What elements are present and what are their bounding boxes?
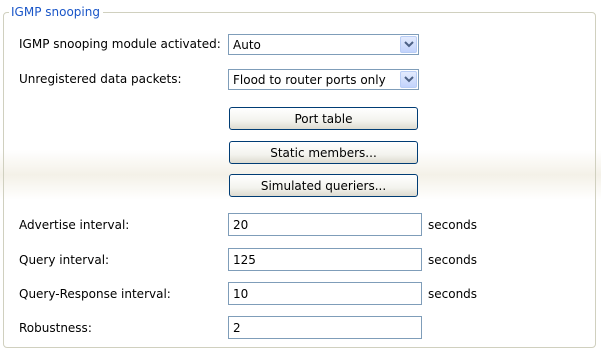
group-title: IGMP snooping xyxy=(9,5,103,19)
module-activated-label: IGMP snooping module activated: xyxy=(19,37,221,51)
advertise-interval-label: Advertise interval: xyxy=(19,218,130,232)
query-interval-label: Query interval: xyxy=(19,253,110,267)
igmp-settings-page: IGMP snooping IGMP snooping module activ… xyxy=(0,0,601,353)
chevron-down-icon[interactable] xyxy=(400,71,417,88)
query-interval-unit: seconds xyxy=(428,253,478,267)
port-table-button[interactable]: Port table xyxy=(229,107,418,130)
query-response-interval-input[interactable]: 10 xyxy=(228,282,422,305)
robustness-label: Robustness: xyxy=(19,321,92,335)
module-activated-select[interactable]: Auto xyxy=(228,34,419,55)
query-interval-input[interactable]: 125 xyxy=(228,248,422,271)
unregistered-packets-value: Flood to router ports only xyxy=(233,73,386,87)
simulated-queriers-button[interactable]: Simulated queriers... xyxy=(229,174,418,197)
query-response-interval-label: Query-Response interval: xyxy=(19,287,171,301)
module-activated-value: Auto xyxy=(233,38,261,52)
chevron-down-icon[interactable] xyxy=(400,36,417,53)
advertise-interval-input[interactable]: 20 xyxy=(228,213,422,236)
unregistered-packets-select[interactable]: Flood to router ports only xyxy=(228,69,419,90)
query-response-interval-unit: seconds xyxy=(428,287,478,301)
static-members-button[interactable]: Static members... xyxy=(229,141,418,164)
advertise-interval-unit: seconds xyxy=(428,218,478,232)
robustness-input[interactable]: 2 xyxy=(228,316,422,339)
unregistered-packets-label: Unregistered data packets: xyxy=(19,72,182,86)
